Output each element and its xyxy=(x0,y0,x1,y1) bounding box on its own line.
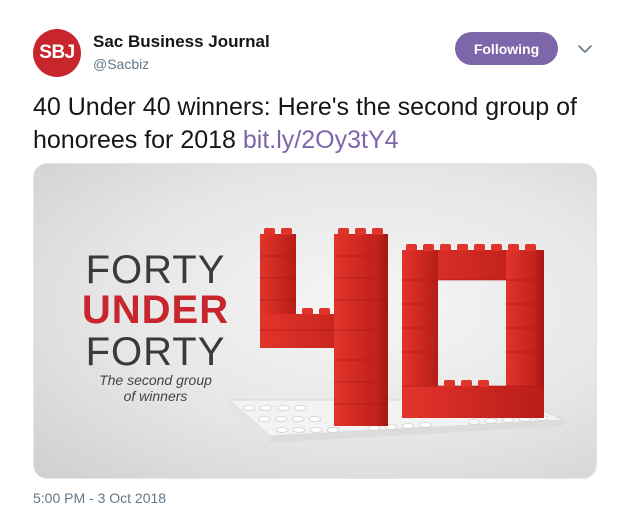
tweet-media-image[interactable]: FORTY UNDER FORTY The second group of wi… xyxy=(33,163,597,479)
tweet-text: 40 Under 40 winners: Here's the second g… xyxy=(33,91,593,157)
chevron-down-icon xyxy=(578,44,592,53)
lego-zero xyxy=(402,244,544,418)
avatar-logo-text: SBJ xyxy=(39,42,75,63)
author-name[interactable]: Sac Business Journal xyxy=(93,32,270,52)
lego-four xyxy=(260,228,388,426)
following-button[interactable]: Following xyxy=(455,32,558,65)
tweet-card: SBJ Sac Business Journal @Sacbiz Followi… xyxy=(0,0,626,519)
tweet-link[interactable]: bit.ly/2Oy3tY4 xyxy=(243,126,399,154)
tweet-menu-button[interactable] xyxy=(576,40,594,58)
tweet-timestamp[interactable]: 5:00 PM - 3 Oct 2018 xyxy=(33,490,166,506)
author-handle[interactable]: @Sacbiz xyxy=(93,56,149,72)
avatar[interactable]: SBJ xyxy=(33,29,81,77)
lego-40-illustration xyxy=(227,228,565,443)
